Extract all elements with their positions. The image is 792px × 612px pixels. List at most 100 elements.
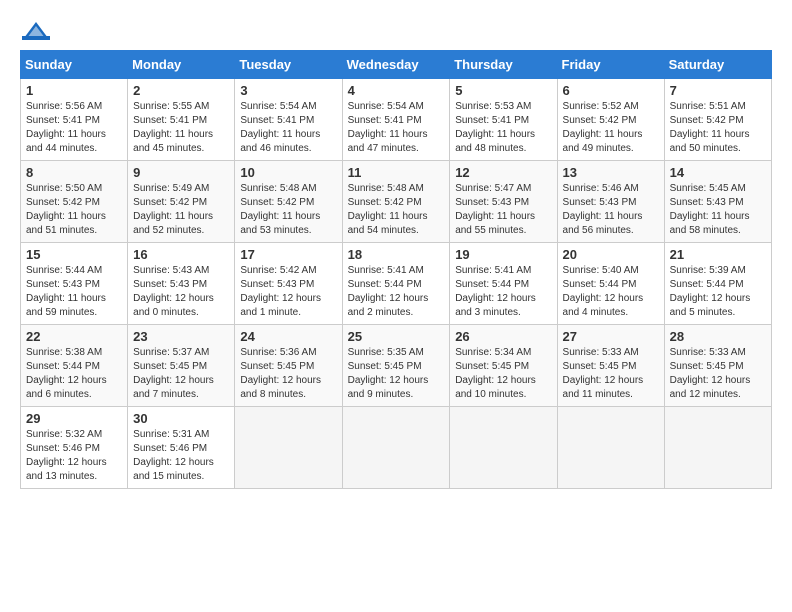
calendar-cell: 19Sunrise: 5:41 AMSunset: 5:44 PMDayligh… [450, 243, 557, 325]
day-number: 30 [133, 411, 229, 426]
day-info: Sunrise: 5:39 AMSunset: 5:44 PMDaylight:… [670, 264, 766, 320]
calendar-cell: 4 Sunrise: 5:54 AMSunset: 5:41 PMDaylight… [342, 79, 450, 161]
day-number: 10 [240, 165, 336, 180]
day-info: Sunrise: 5:45 AMSunset: 5:43 PMDaylight:… [670, 182, 766, 238]
day-number: 13 [563, 165, 659, 180]
calendar-cell: 6 Sunrise: 5:52 AMSunset: 5:42 PMDaylight… [557, 79, 664, 161]
day-info: Sunrise: 5:46 AMSunset: 5:43 PMDaylight:… [563, 182, 659, 238]
day-number: 20 [563, 247, 659, 262]
day-number: 16 [133, 247, 229, 262]
calendar-cell: 2 Sunrise: 5:55 AMSunset: 5:41 PMDaylight… [128, 79, 235, 161]
day-info: Sunrise: 5:55 AMSunset: 5:41 PMDaylight:… [133, 100, 229, 156]
day-info: Sunrise: 5:48 AMSunset: 5:42 PMDaylight:… [240, 182, 336, 238]
day-number: 23 [133, 329, 229, 344]
day-info: Sunrise: 5:33 AMSunset: 5:45 PMDaylight:… [670, 346, 766, 402]
day-info: Sunrise: 5:52 AMSunset: 5:42 PMDaylight:… [563, 100, 659, 156]
day-number: 2 [133, 83, 229, 98]
calendar-cell: 8 Sunrise: 5:50 AMSunset: 5:42 PMDaylight… [21, 161, 128, 243]
day-info: Sunrise: 5:50 AMSunset: 5:42 PMDaylight:… [26, 182, 122, 238]
day-number: 8 [26, 165, 122, 180]
day-number: 6 [563, 83, 659, 98]
calendar-cell: 20 Sunrise: 5:40 AMSunset: 5:44 PMDayligh… [557, 243, 664, 325]
day-info: Sunrise: 5:35 AMSunset: 5:45 PMDaylight:… [348, 346, 445, 402]
calendar-week-row: 15 Sunrise: 5:44 AMSunset: 5:43 PMDayligh… [21, 243, 772, 325]
day-info: Sunrise: 5:31 AMSunset: 5:46 PMDaylight:… [133, 428, 229, 484]
calendar-cell [664, 407, 771, 489]
calendar-cell: 5 Sunrise: 5:53 AMSunset: 5:41 PMDaylight… [450, 79, 557, 161]
calendar-cell: 21 Sunrise: 5:39 AMSunset: 5:44 PMDayligh… [664, 243, 771, 325]
calendar-cell: 12 Sunrise: 5:47 AMSunset: 5:43 PMDayligh… [450, 161, 557, 243]
day-number: 18 [348, 247, 445, 262]
calendar-header-row: SundayMondayTuesdayWednesdayThursdayFrid… [21, 51, 772, 79]
calendar-cell: 13 Sunrise: 5:46 AMSunset: 5:43 PMDayligh… [557, 161, 664, 243]
calendar-header-wednesday: Wednesday [342, 51, 450, 79]
day-number: 17 [240, 247, 336, 262]
day-info: Sunrise: 5:43 AMSunset: 5:43 PMDaylight:… [133, 264, 229, 320]
calendar-cell: 30 Sunrise: 5:31 AMSunset: 5:46 PMDayligh… [128, 407, 235, 489]
calendar-cell [557, 407, 664, 489]
calendar-cell [235, 407, 342, 489]
calendar-cell: 14 Sunrise: 5:45 AMSunset: 5:43 PMDayligh… [664, 161, 771, 243]
day-info: Sunrise: 5:32 AMSunset: 5:46 PMDaylight:… [26, 428, 122, 484]
day-number: 22 [26, 329, 122, 344]
calendar-cell: 9 Sunrise: 5:49 AMSunset: 5:42 PMDaylight… [128, 161, 235, 243]
calendar-cell: 22 Sunrise: 5:38 AMSunset: 5:44 PMDayligh… [21, 325, 128, 407]
calendar-cell [342, 407, 450, 489]
day-number: 3 [240, 83, 336, 98]
calendar-cell: 16 Sunrise: 5:43 AMSunset: 5:43 PMDayligh… [128, 243, 235, 325]
day-number: 21 [670, 247, 766, 262]
day-info: Sunrise: 5:42 AMSunset: 5:43 PMDaylight:… [240, 264, 336, 320]
day-number: 28 [670, 329, 766, 344]
day-number: 27 [563, 329, 659, 344]
calendar-header-sunday: Sunday [21, 51, 128, 79]
day-number: 15 [26, 247, 122, 262]
calendar-cell: 7Sunrise: 5:51 AMSunset: 5:42 PMDaylight… [664, 79, 771, 161]
day-info: Sunrise: 5:48 AMSunset: 5:42 PMDaylight:… [348, 182, 445, 238]
day-number: 12 [455, 165, 551, 180]
calendar-week-row: 1Sunrise: 5:56 AMSunset: 5:41 PMDaylight… [21, 79, 772, 161]
day-info: Sunrise: 5:37 AMSunset: 5:45 PMDaylight:… [133, 346, 229, 402]
calendar-header-friday: Friday [557, 51, 664, 79]
day-info: Sunrise: 5:54 AMSunset: 5:41 PMDaylight:… [240, 100, 336, 156]
day-number: 26 [455, 329, 551, 344]
calendar-cell: 28 Sunrise: 5:33 AMSunset: 5:45 PMDayligh… [664, 325, 771, 407]
calendar-cell: 15 Sunrise: 5:44 AMSunset: 5:43 PMDayligh… [21, 243, 128, 325]
calendar-week-row: 8 Sunrise: 5:50 AMSunset: 5:42 PMDaylight… [21, 161, 772, 243]
calendar-cell: 27Sunrise: 5:33 AMSunset: 5:45 PMDayligh… [557, 325, 664, 407]
calendar-cell: 10 Sunrise: 5:48 AMSunset: 5:42 PMDayligh… [235, 161, 342, 243]
calendar-cell: 25 Sunrise: 5:35 AMSunset: 5:45 PMDayligh… [342, 325, 450, 407]
day-info: Sunrise: 5:34 AMSunset: 5:45 PMDaylight:… [455, 346, 551, 402]
calendar-header-tuesday: Tuesday [235, 51, 342, 79]
day-number: 19 [455, 247, 551, 262]
calendar-cell: 29 Sunrise: 5:32 AMSunset: 5:46 PMDayligh… [21, 407, 128, 489]
day-info: Sunrise: 5:44 AMSunset: 5:43 PMDaylight:… [26, 264, 122, 320]
day-info: Sunrise: 5:47 AMSunset: 5:43 PMDaylight:… [455, 182, 551, 238]
logo-icon [22, 20, 50, 42]
calendar-week-row: 22 Sunrise: 5:38 AMSunset: 5:44 PMDayligh… [21, 325, 772, 407]
calendar-header-monday: Monday [128, 51, 235, 79]
day-info: Sunrise: 5:54 AMSunset: 5:41 PMDaylight:… [348, 100, 445, 156]
day-number: 5 [455, 83, 551, 98]
day-number: 29 [26, 411, 122, 426]
day-number: 14 [670, 165, 766, 180]
day-number: 25 [348, 329, 445, 344]
day-number: 11 [348, 165, 445, 180]
day-info: Sunrise: 5:36 AMSunset: 5:45 PMDaylight:… [240, 346, 336, 402]
calendar-cell: 1Sunrise: 5:56 AMSunset: 5:41 PMDaylight… [21, 79, 128, 161]
day-info: Sunrise: 5:51 AMSunset: 5:42 PMDaylight:… [670, 100, 766, 156]
day-info: Sunrise: 5:56 AMSunset: 5:41 PMDaylight:… [26, 100, 122, 156]
day-number: 4 [348, 83, 445, 98]
calendar-cell: 26 Sunrise: 5:34 AMSunset: 5:45 PMDayligh… [450, 325, 557, 407]
day-info: Sunrise: 5:53 AMSunset: 5:41 PMDaylight:… [455, 100, 551, 156]
calendar-header-thursday: Thursday [450, 51, 557, 79]
day-info: Sunrise: 5:38 AMSunset: 5:44 PMDaylight:… [26, 346, 122, 402]
day-number: 9 [133, 165, 229, 180]
day-info: Sunrise: 5:40 AMSunset: 5:44 PMDaylight:… [563, 264, 659, 320]
calendar-cell: 24Sunrise: 5:36 AMSunset: 5:45 PMDayligh… [235, 325, 342, 407]
calendar-table: SundayMondayTuesdayWednesdayThursdayFrid… [20, 50, 772, 489]
day-info: Sunrise: 5:49 AMSunset: 5:42 PMDaylight:… [133, 182, 229, 238]
logo [20, 20, 50, 42]
calendar-cell: 18Sunrise: 5:41 AMSunset: 5:44 PMDayligh… [342, 243, 450, 325]
page-header [20, 20, 772, 42]
calendar-week-row: 29 Sunrise: 5:32 AMSunset: 5:46 PMDayligh… [21, 407, 772, 489]
